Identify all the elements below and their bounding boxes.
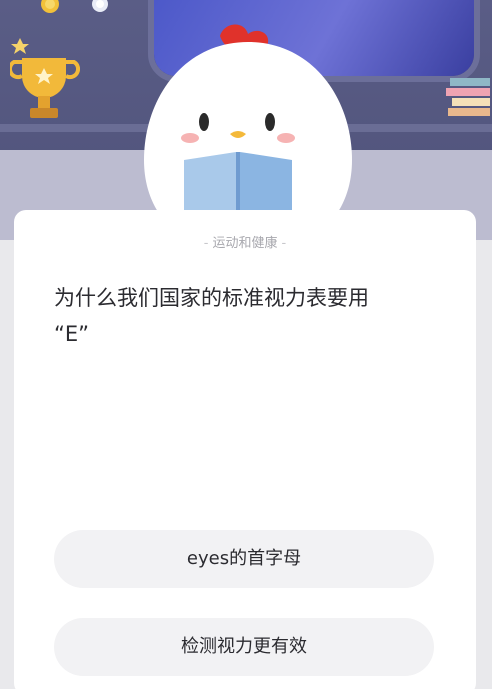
category-label: - 运动和健康 - [203,236,287,251]
question-text: 为什么我们国家的标准视力表要用 “E” [54,286,369,346]
header-scene: 分享 [0,0,492,240]
books-icon [446,78,490,116]
answer-option-1[interactable]: eyes的首字母 [54,530,434,588]
quiz-screen: 分享 [0,0,492,689]
trophy-icon [10,38,80,118]
lightbulb-icon [92,0,108,12]
sun-icon [41,0,59,13]
chick-mascot [144,24,352,234]
question-card: - 运动和健康 - 为什么我们国家的标准视力表要用 “E” eyes的首字母 检测视… [14,210,476,689]
answer-option-2[interactable]: 检测视力更有效 [54,618,434,676]
